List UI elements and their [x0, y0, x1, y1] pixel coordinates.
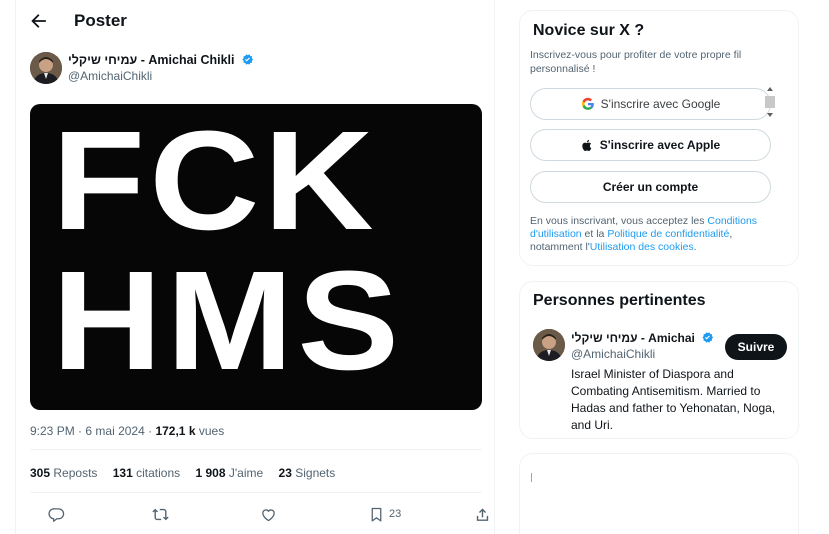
bookmarks-count: 23: [278, 466, 292, 480]
apple-signup-button[interactable]: S'inscrire avec Apple: [530, 129, 771, 161]
signup-subtitle: Inscrivez-vous pour profiter de votre pr…: [530, 49, 742, 75]
repost-button[interactable]: [152, 504, 169, 524]
signup-legal-text: En vous inscrivant, vous acceptez les Co…: [530, 215, 780, 254]
privacy-link[interactable]: Politique de confidentialité: [607, 228, 729, 240]
post-column: Poster עמיחי שיקלי - Amichai Chikli @Ami…: [15, 0, 495, 534]
related-title: Personnes pertinentes: [533, 292, 706, 309]
legal-end: .: [693, 241, 697, 253]
related-handle[interactable]: @AmichaiChikli: [571, 347, 655, 361]
share-icon: [476, 507, 489, 521]
create-account-label: Créer un compte: [602, 180, 699, 194]
divider: [30, 492, 482, 493]
google-signup-label: S'inscrire avec Google: [600, 97, 721, 111]
post-stats: 305 Reposts 131 citations 1 908 J'aime 2…: [30, 466, 347, 480]
post-author: עמיחי שיקלי - Amichai Chikli @AmichaiChi…: [30, 52, 470, 88]
post-meta: 9:23 PM · 6 mai 2024 · 172,1 k vues: [30, 424, 224, 438]
likes-label: J'aime: [228, 466, 264, 480]
likes-count: 1 908: [195, 466, 226, 480]
scroll-down-arrow-icon[interactable]: [767, 113, 773, 117]
reply-button[interactable]: [48, 504, 65, 524]
avatar-photo-icon: [30, 52, 62, 84]
like-button[interactable]: [260, 504, 277, 524]
views-count: 172,1 k: [155, 424, 196, 438]
repost-icon: [152, 508, 169, 520]
related-avatar[interactable]: [533, 329, 565, 361]
reposts-count: 305: [30, 466, 51, 480]
signup-card: Novice sur X ? Inscrivez-vous pour profi…: [519, 10, 799, 266]
author-name-text: עמיחי שיקלי - Amichai Chikli: [68, 53, 235, 67]
back-arrow-icon: [31, 14, 46, 28]
post-image-text: FCK HMS: [52, 104, 482, 399]
divider: [30, 449, 482, 450]
quotes-stat[interactable]: 131 citations: [113, 466, 180, 480]
reposts-label: Reposts: [53, 466, 98, 480]
bookmark-icon: [371, 507, 382, 522]
create-account-button[interactable]: Créer un compte: [530, 171, 771, 203]
quotes-label: citations: [136, 466, 181, 480]
page-title: Poster: [74, 11, 127, 30]
related-name[interactable]: עמיחי שיקלי - Amichai: [571, 331, 714, 345]
related-bio: Israel Minister of Diaspora and Combatin…: [571, 367, 776, 432]
post-time[interactable]: 9:23 PM: [30, 424, 75, 438]
cookies-link[interactable]: Utilisation des cookies: [590, 241, 694, 253]
top-bar: Poster: [16, 0, 496, 42]
author-name[interactable]: עמיחי שיקלי - Amichai Chikli: [68, 53, 254, 67]
scroll-thumb[interactable]: [765, 96, 775, 108]
bookmarks-stat[interactable]: 23 Signets: [279, 466, 336, 480]
author-handle[interactable]: @AmichaiChikli: [68, 69, 152, 83]
author-avatar[interactable]: [30, 52, 62, 84]
bookmark-count: 23: [389, 508, 402, 520]
bookmarks-label: Signets: [295, 466, 336, 480]
reply-icon: [48, 507, 65, 522]
legal-and: et la: [581, 228, 608, 240]
image-text-line-1: FCK: [52, 104, 378, 259]
post-date[interactable]: 6 mai 2024: [85, 424, 144, 438]
likes-stat[interactable]: 1 908 J'aime: [196, 466, 264, 480]
follow-button[interactable]: Suivre: [725, 334, 787, 360]
verified-badge-icon: [702, 332, 714, 343]
google-icon: [581, 97, 594, 110]
apple-icon: [582, 139, 592, 151]
post-image[interactable]: FCK HMS: [30, 104, 482, 410]
text-caret: [531, 473, 532, 482]
scrollbar[interactable]: [765, 87, 775, 119]
scroll-up-arrow-icon[interactable]: [767, 87, 773, 91]
related-name-text: עמיחי שיקלי - Amichai: [571, 331, 695, 345]
reposts-stat[interactable]: 305 Reposts: [30, 466, 97, 480]
quotes-count: 131: [112, 466, 133, 480]
image-text-line-2: HMS: [52, 241, 404, 399]
views-label: vues: [198, 424, 225, 438]
bookmark-button[interactable]: 23: [368, 504, 401, 524]
avatar-photo-icon: [533, 329, 565, 361]
share-button[interactable]: [474, 504, 491, 524]
verified-badge-icon: [242, 54, 254, 65]
back-button[interactable]: [28, 10, 50, 32]
like-icon: [262, 508, 275, 521]
legal-prefix: En vous inscrivant, vous acceptez les: [530, 215, 708, 227]
apple-signup-label: S'inscrire avec Apple: [599, 138, 721, 152]
empty-card: [519, 453, 799, 534]
signup-title: Novice sur X ?: [533, 22, 645, 39]
post-actions: 23: [30, 504, 489, 524]
related-people-card: Personnes pertinentes עמיחי שיקלי - Amic…: [519, 281, 799, 439]
google-signup-button[interactable]: S'inscrire avec Google: [530, 88, 771, 120]
